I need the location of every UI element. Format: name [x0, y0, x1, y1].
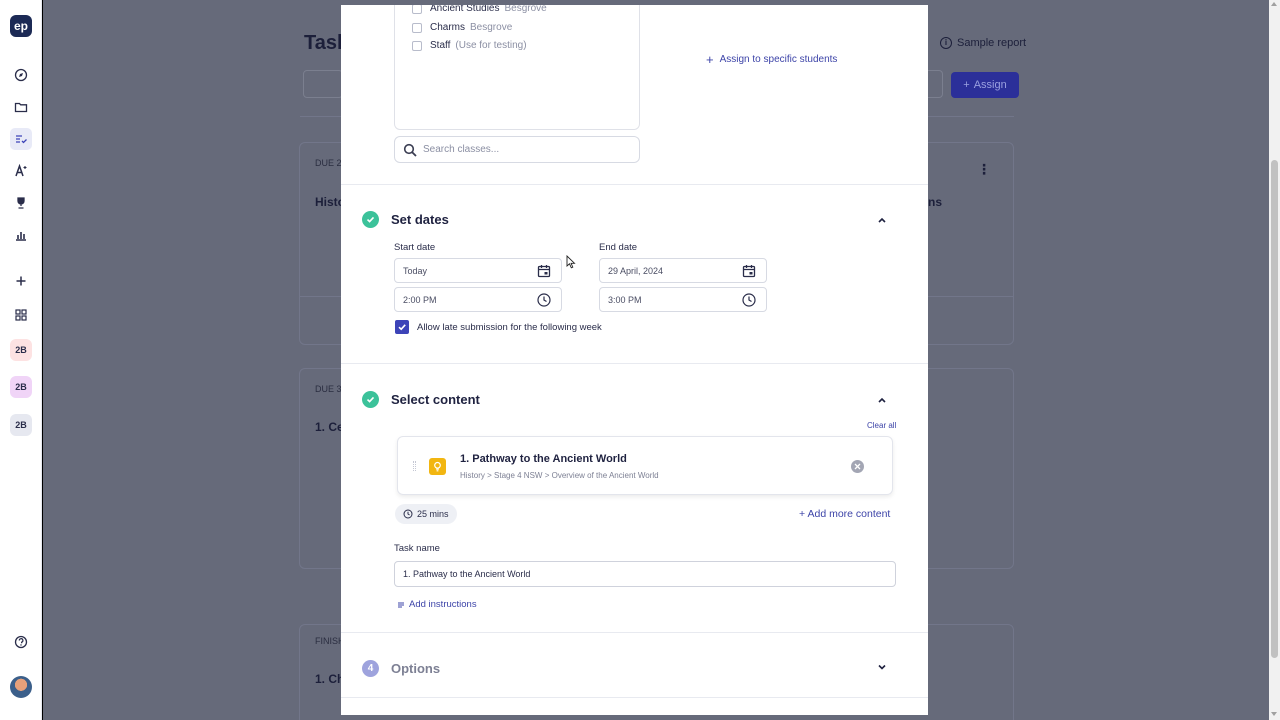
calendar-icon[interactable]: [537, 264, 551, 278]
class-name: Ancient Studies: [430, 5, 500, 14]
class-option[interactable]: Ancient Studies Besgrove: [412, 5, 547, 14]
class-school: Besgrove: [470, 22, 513, 33]
trophy-icon[interactable]: [10, 192, 32, 214]
ai-text-icon[interactable]: [10, 160, 32, 182]
class-option[interactable]: Charms Besgrove: [412, 22, 512, 33]
scroll-down-arrow-icon[interactable]: [1271, 712, 1277, 716]
step-number-badge: 4: [362, 660, 379, 677]
class-name: Staff: [430, 40, 451, 51]
start-date-field[interactable]: Today: [394, 258, 562, 283]
chevron-up-icon[interactable]: [877, 395, 887, 405]
clear-all-link[interactable]: Clear all: [867, 421, 896, 430]
class-badge[interactable]: 2B: [10, 376, 32, 398]
class-name: Charms: [430, 22, 466, 33]
grid-icon[interactable]: [10, 304, 32, 326]
content-item-title: 1. Pathway to the Ancient World: [460, 453, 627, 465]
class-school: Besgrove: [504, 5, 547, 14]
add-instructions-label: Add instructions: [409, 599, 477, 610]
step-complete-check-icon: [362, 211, 379, 228]
help-icon[interactable]: [10, 631, 32, 653]
more-menu-icon: ⋮: [977, 161, 991, 177]
task-card-title: 1. Ch: [315, 672, 345, 686]
clock-icon[interactable]: [537, 293, 551, 307]
remove-content-icon[interactable]: [851, 460, 864, 473]
lightbulb-icon: [429, 458, 446, 475]
set-dates-heading[interactable]: Set dates: [391, 212, 449, 227]
divider: [341, 363, 928, 364]
task-name-input[interactable]: 1. Pathway to the Ancient World: [394, 561, 896, 587]
task-name-value: 1. Pathway to the Ancient World: [403, 569, 531, 579]
app-logo[interactable]: ep: [10, 15, 32, 37]
bg-toolbar-button: [927, 70, 943, 98]
clock-icon[interactable]: [742, 293, 756, 307]
duration-badge: 25 mins: [395, 504, 457, 524]
add-more-content-link[interactable]: + Add more content: [799, 508, 890, 520]
task-card-title: 1. Ce: [315, 420, 344, 434]
late-submission-option[interactable]: Allow late submission for the following …: [395, 320, 602, 334]
divider: [341, 697, 928, 698]
options-heading[interactable]: Options: [391, 661, 440, 676]
lines-icon: [398, 602, 404, 607]
divider: [341, 632, 928, 633]
duration-value: 25 mins: [417, 509, 449, 519]
class-school: (Use for testing): [455, 40, 527, 51]
checkbox[interactable]: [412, 22, 422, 33]
start-date-label: Start date: [394, 242, 436, 253]
late-submission-label: Allow late submission for the following …: [417, 321, 602, 333]
end-time-field[interactable]: 3:00 PM: [599, 287, 767, 312]
scroll-up-arrow-icon[interactable]: [1271, 2, 1277, 6]
chart-icon[interactable]: [10, 224, 32, 246]
search-icon: [403, 143, 417, 157]
chevron-down-icon[interactable]: [877, 662, 887, 672]
assign-button-label: Assign: [973, 79, 1007, 91]
divider: [341, 184, 928, 185]
sample-report-label: Sample report: [957, 37, 1027, 49]
info-icon: i: [940, 37, 952, 49]
compass-icon[interactable]: [10, 64, 32, 86]
assign-task-modal: Ancient Studies Besgrove Charms Besgrove…: [341, 5, 928, 715]
search-placeholder: Search classes...: [423, 144, 500, 155]
folder-icon[interactable]: [10, 96, 32, 118]
tasks-icon[interactable]: [10, 128, 32, 150]
bg-filter-button: [303, 70, 343, 98]
sample-report-link: i Sample report: [940, 37, 1026, 49]
start-time-value: 2:00 PM: [403, 294, 437, 305]
content-item-breadcrumb: History > Stage 4 NSW > Overview of the …: [460, 471, 659, 480]
assign-specific-label: Assign to specific students: [719, 54, 838, 65]
checkbox-checked-icon[interactable]: [395, 320, 409, 334]
class-option[interactable]: Staff (Use for testing): [412, 40, 527, 51]
plus-icon: +: [706, 52, 714, 67]
chevron-up-icon[interactable]: [877, 215, 887, 225]
plus-icon[interactable]: [10, 270, 32, 292]
assign-specific-students-link[interactable]: + Assign to specific students: [706, 52, 837, 67]
task-name-label: Task name: [394, 543, 440, 554]
plus-icon: +: [963, 79, 970, 91]
end-date-value: 29 April, 2024: [608, 265, 664, 276]
task-card-title: ns: [928, 195, 943, 209]
select-content-heading[interactable]: Select content: [391, 392, 480, 407]
add-instructions-link[interactable]: Add instructions: [397, 599, 477, 610]
clock-icon: [403, 509, 413, 519]
search-classes-input[interactable]: Search classes...: [394, 136, 640, 163]
user-avatar[interactable]: [10, 676, 32, 698]
step-complete-check-icon: [362, 391, 379, 408]
end-time-value: 3:00 PM: [608, 294, 642, 305]
mouse-cursor-icon: [566, 255, 576, 269]
calendar-icon[interactable]: [742, 264, 756, 278]
content-item-card[interactable]: 1. Pathway to the Ancient World History …: [397, 436, 893, 495]
class-badge[interactable]: 2B: [10, 414, 32, 436]
drag-handle-icon[interactable]: [413, 461, 416, 471]
due-label: DUE 3: [315, 384, 342, 394]
assign-button: + Assign: [951, 72, 1019, 98]
checkbox[interactable]: [412, 5, 422, 14]
scrollbar-thumb[interactable]: [1271, 160, 1278, 658]
class-badge[interactable]: 2B: [10, 339, 32, 361]
left-sidebar: ep 2B 2B 2B: [0, 0, 42, 720]
start-date-value: Today: [403, 265, 428, 276]
checkbox[interactable]: [412, 40, 422, 51]
end-date-label: End date: [599, 242, 638, 253]
end-date-field[interactable]: 29 April, 2024: [599, 258, 767, 283]
start-time-field[interactable]: 2:00 PM: [394, 287, 562, 312]
page-scrollbar[interactable]: [1269, 0, 1280, 720]
